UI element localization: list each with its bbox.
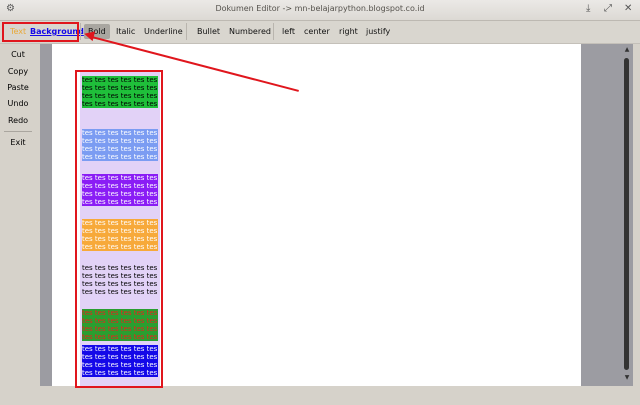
align-right-button[interactable]: right: [335, 24, 362, 39]
toolbar-separator: [273, 23, 274, 40]
toolbar-separator: [186, 23, 187, 40]
align-left-button[interactable]: left: [278, 24, 299, 39]
cut-button[interactable]: Cut: [0, 48, 36, 62]
paste-button[interactable]: Paste: [0, 81, 36, 95]
align-center-button[interactable]: center: [300, 24, 334, 39]
sidebar-separator: [4, 131, 32, 132]
scroll-down-icon[interactable]: ▼: [621, 374, 633, 381]
maximize-icon[interactable]: ⤢: [604, 3, 612, 15]
window-title: Dokumen Editor -> mn-belajarpython.blogs…: [215, 4, 425, 13]
copy-button[interactable]: Copy: [0, 65, 36, 79]
sidebar: Cut Copy Paste Undo Redo Exit: [0, 44, 36, 384]
toolbar-separator: [80, 23, 81, 40]
undo-button[interactable]: Undo: [0, 97, 36, 111]
close-icon[interactable]: ✕: [624, 3, 632, 15]
underline-button[interactable]: Underline: [140, 24, 187, 39]
status-area: [0, 388, 640, 405]
align-justify-button[interactable]: justify: [362, 24, 394, 39]
numbered-button[interactable]: Numbered: [225, 24, 275, 39]
toolbar: Text Background Bold Italic Underline Bu…: [0, 21, 640, 44]
download-icon[interactable]: ⤓: [586, 3, 590, 15]
bullet-button[interactable]: Bullet: [193, 24, 224, 39]
editor-highlight-box: [75, 70, 163, 388]
italic-button[interactable]: Italic: [112, 24, 139, 39]
scroll-up-icon[interactable]: ▲: [621, 46, 633, 53]
title-bar: ⚙ Dokumen Editor -> mn-belajarpython.blo…: [0, 0, 640, 21]
exit-button[interactable]: Exit: [0, 136, 36, 150]
vertical-scrollbar[interactable]: ▲ ▼: [621, 44, 633, 386]
redo-button[interactable]: Redo: [0, 114, 36, 128]
toolbar-highlight-box: [2, 22, 79, 42]
scrollbar-thumb[interactable]: [624, 58, 629, 370]
